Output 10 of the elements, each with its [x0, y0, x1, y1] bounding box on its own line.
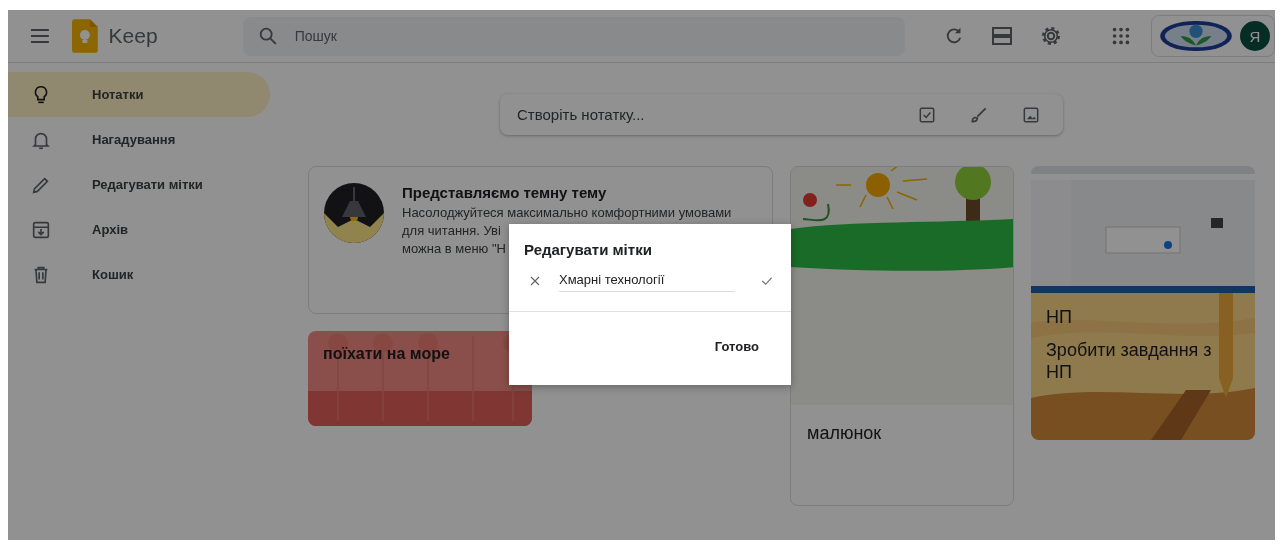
note-title: поїхати на море — [323, 345, 450, 363]
app-name: Keep — [108, 24, 158, 48]
note-title: Представляємо темну тему — [402, 184, 607, 201]
note-title: малюнок — [807, 423, 882, 444]
note-title: НП — [1046, 307, 1072, 328]
dialog-title: Редагувати мітки — [524, 241, 653, 258]
note-text: Насолоджуйтеся максимально комфортними умовами — [402, 204, 732, 222]
note-text: можна в меню "Н — [402, 240, 506, 258]
note-text: Зробити завдання з НП — [1046, 339, 1213, 383]
note-text: для читання. Уві — [402, 222, 501, 240]
